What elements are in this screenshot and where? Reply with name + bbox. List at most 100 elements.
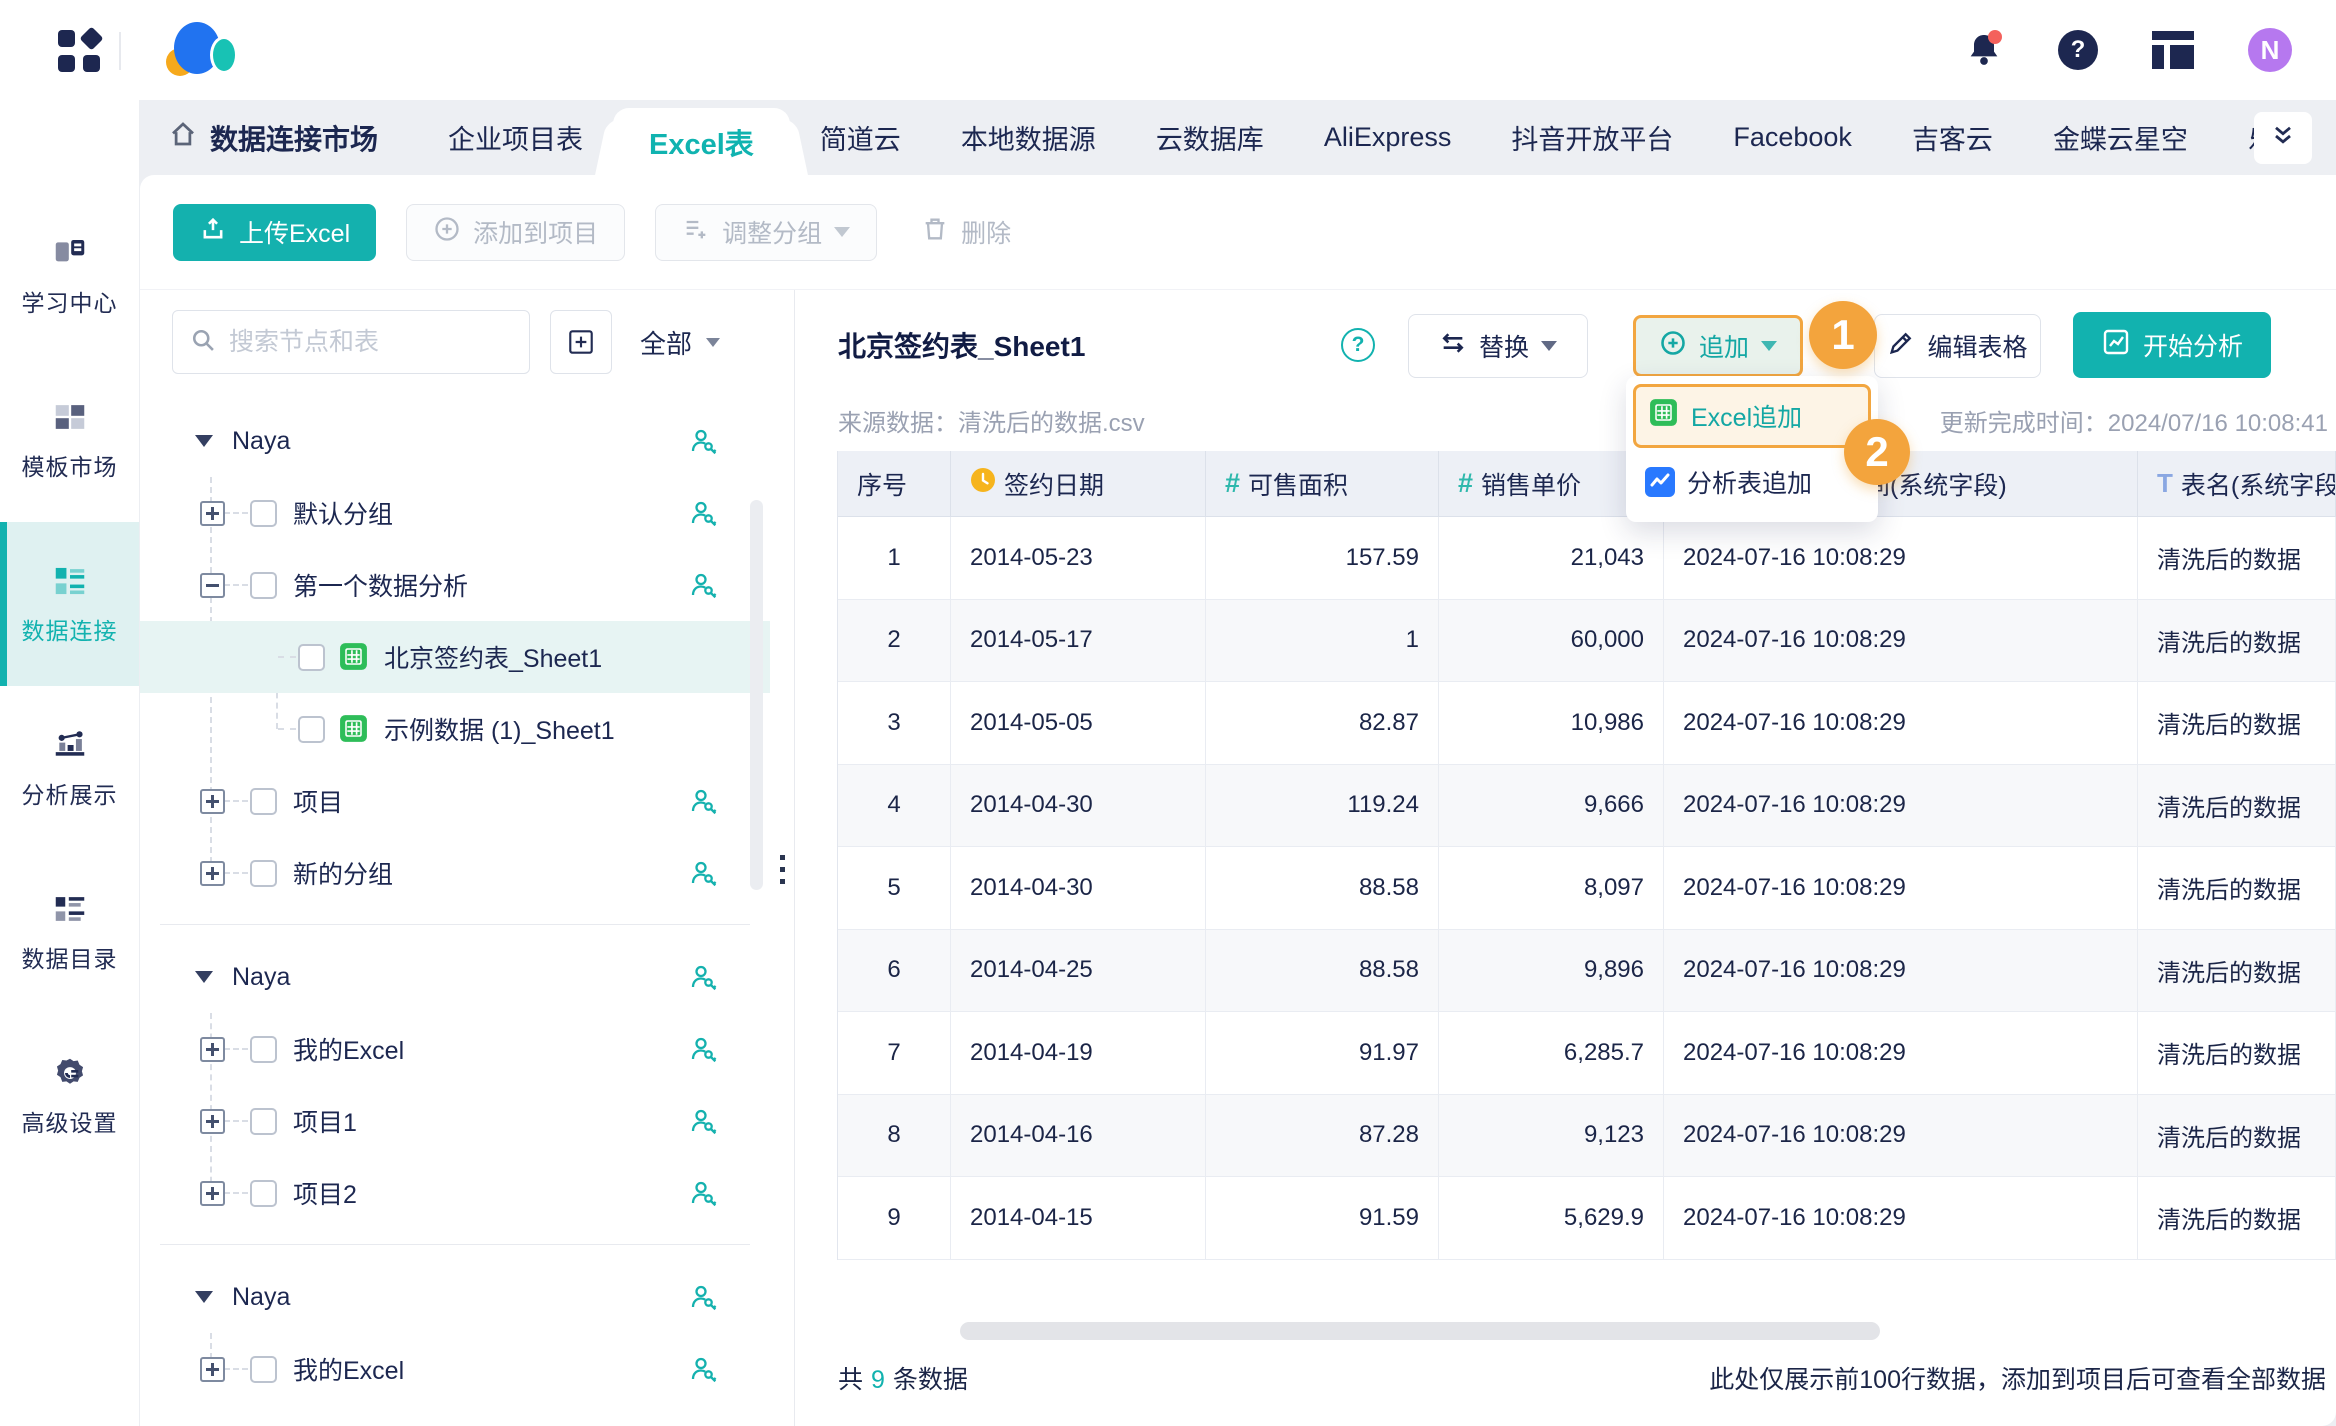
horizontal-scrollbar[interactable]	[960, 1322, 1880, 1340]
tab-aliexpress[interactable]: AliExpress	[1294, 100, 1482, 175]
tab-jikeyun[interactable]: 吉客云	[1882, 100, 2023, 175]
tree-group-node[interactable]: 新的分组	[140, 837, 770, 909]
tree-group-node[interactable]: 第一个数据分析	[140, 549, 770, 621]
permission-icon[interactable]	[688, 858, 718, 895]
tree-root-node[interactable]: Naya	[140, 941, 770, 1013]
caret-down-icon[interactable]	[195, 435, 213, 447]
tree-node-label[interactable]: 北京签约表_Sheet1	[384, 639, 602, 675]
tree-node-label[interactable]: 新的分组	[293, 855, 393, 891]
permission-icon[interactable]	[688, 570, 718, 607]
sidebar-item-analysis-display[interactable]: 分析展示	[0, 686, 139, 850]
checkbox[interactable]	[298, 644, 325, 671]
tree-node-label[interactable]: 项目1	[293, 1103, 357, 1139]
permission-icon[interactable]	[688, 1354, 718, 1391]
checkbox[interactable]	[250, 788, 277, 815]
collapse-icon[interactable]	[200, 573, 225, 598]
checkbox[interactable]	[298, 716, 325, 743]
expand-icon[interactable]	[200, 501, 225, 526]
tree-group-node[interactable]: 项目	[140, 765, 770, 837]
permission-icon[interactable]	[688, 962, 718, 999]
breadcrumb[interactable]: 数据连接市场	[168, 118, 378, 158]
scope-filter-dropdown[interactable]: 全部	[640, 324, 720, 361]
menu-item-excel-append[interactable]: Excel追加	[1633, 384, 1871, 448]
permission-icon[interactable]	[688, 426, 718, 463]
expand-icon[interactable]	[200, 861, 225, 886]
tab-local-datasource[interactable]: 本地数据源	[931, 100, 1126, 175]
column-header[interactable]: 序号	[838, 451, 951, 517]
permission-icon[interactable]	[688, 1282, 718, 1319]
tree-group-node[interactable]: 项目2	[140, 1157, 770, 1229]
expand-icon[interactable]	[200, 1181, 225, 1206]
expand-icon[interactable]	[200, 1037, 225, 1062]
caret-down-icon[interactable]	[195, 971, 213, 983]
brand-logo[interactable]	[166, 22, 238, 78]
tab-excel[interactable]: Excel表	[613, 108, 790, 175]
tree-node-label[interactable]: Naya	[232, 427, 290, 456]
add-node-button[interactable]	[550, 310, 612, 374]
tree-sheet-node-selected[interactable]: 北京签约表_Sheet1	[140, 621, 770, 693]
tree-node-label[interactable]: Naya	[232, 963, 290, 992]
column-header[interactable]: T 表名(系统字段)	[2138, 451, 2336, 517]
column-header[interactable]: 签约日期	[951, 451, 1206, 517]
search-box[interactable]	[172, 310, 530, 374]
expand-icon[interactable]	[200, 1109, 225, 1134]
edit-table-button[interactable]: 编辑表格	[1874, 314, 2041, 378]
tree-group-node[interactable]: 项目1	[140, 1085, 770, 1157]
avatar[interactable]: N	[2248, 28, 2292, 72]
tree-node-label[interactable]: 默认分组	[293, 495, 393, 531]
help-icon[interactable]: ?	[2058, 30, 2098, 70]
tree-node-label[interactable]: 项目	[293, 783, 343, 819]
tree-node-label[interactable]: 我的Excel	[293, 1031, 404, 1067]
tree-node-label[interactable]: Naya	[232, 1283, 290, 1312]
tree-scrollbar[interactable]	[750, 500, 763, 890]
app-grid-icon[interactable]	[58, 30, 100, 72]
checkbox[interactable]	[250, 1356, 277, 1383]
checkbox[interactable]	[250, 1036, 277, 1063]
start-analysis-button[interactable]: 开始分析	[2073, 312, 2271, 378]
checkbox[interactable]	[250, 500, 277, 527]
tree-node-label[interactable]: 我的Excel	[293, 1351, 404, 1387]
column-header[interactable]: # 可售面积	[1206, 451, 1439, 517]
help-icon[interactable]: ?	[1341, 328, 1375, 362]
menu-item-analysis-append[interactable]: 分析表追加	[1633, 452, 1871, 512]
caret-down-icon[interactable]	[195, 1291, 213, 1303]
notifications-bell-icon[interactable]	[1964, 30, 2004, 70]
tab-jiandaoyun[interactable]: 简道云	[790, 100, 931, 175]
tab-cloud-database[interactable]: 云数据库	[1126, 100, 1294, 175]
tree-group-node[interactable]: 默认分组	[140, 477, 770, 549]
checkbox[interactable]	[250, 572, 277, 599]
sidebar-item-data-catalog[interactable]: 数据目录	[0, 850, 139, 1014]
tab-douyin-open-platform[interactable]: 抖音开放平台	[1481, 100, 1703, 175]
checkbox[interactable]	[250, 1108, 277, 1135]
tree-group-node[interactable]: 我的Excel	[140, 1013, 770, 1085]
tree-root-node[interactable]: Naya	[140, 405, 770, 477]
sidebar-item-template-market[interactable]: 模板市场	[0, 358, 139, 522]
sidebar-item-learning-center[interactable]: 学习中心	[0, 194, 139, 358]
panel-resize-handle[interactable]	[780, 855, 785, 884]
tab-enterprise-project[interactable]: 企业项目表	[418, 100, 613, 175]
tree-root-node[interactable]: Naya	[140, 1261, 770, 1333]
tree-node-label[interactable]: 项目2	[293, 1175, 357, 1211]
permission-icon[interactable]	[688, 498, 718, 535]
permission-icon[interactable]	[688, 1106, 718, 1143]
tab-kingdee-cloud[interactable]: 金蝶云星空	[2023, 100, 2218, 175]
checkbox[interactable]	[250, 860, 277, 887]
add-to-project-button[interactable]: 添加到项目	[406, 204, 625, 261]
sidebar-item-data-connection[interactable]: 数据连接	[0, 522, 139, 686]
expand-icon[interactable]	[200, 1357, 225, 1382]
tree-sheet-node[interactable]: 示例数据 (1)_Sheet1	[140, 693, 770, 765]
more-tabs-button[interactable]	[2254, 112, 2312, 164]
tree-node-label[interactable]: 示例数据 (1)_Sheet1	[384, 711, 615, 747]
upload-excel-button[interactable]: 上传Excel	[173, 204, 376, 261]
sidebar-item-advanced-settings[interactable]: 高级设置	[0, 1014, 139, 1178]
search-input[interactable]	[229, 328, 509, 357]
permission-icon[interactable]	[688, 1034, 718, 1071]
permission-icon[interactable]	[688, 786, 718, 823]
replace-button[interactable]: 替换	[1408, 314, 1588, 378]
checkbox[interactable]	[250, 1180, 277, 1207]
tab-facebook[interactable]: Facebook	[1703, 100, 1882, 175]
expand-icon[interactable]	[200, 789, 225, 814]
tree-group-node[interactable]: 我的Excel	[140, 1333, 770, 1405]
permission-icon[interactable]	[688, 1178, 718, 1215]
append-button[interactable]: 追加	[1633, 315, 1803, 377]
